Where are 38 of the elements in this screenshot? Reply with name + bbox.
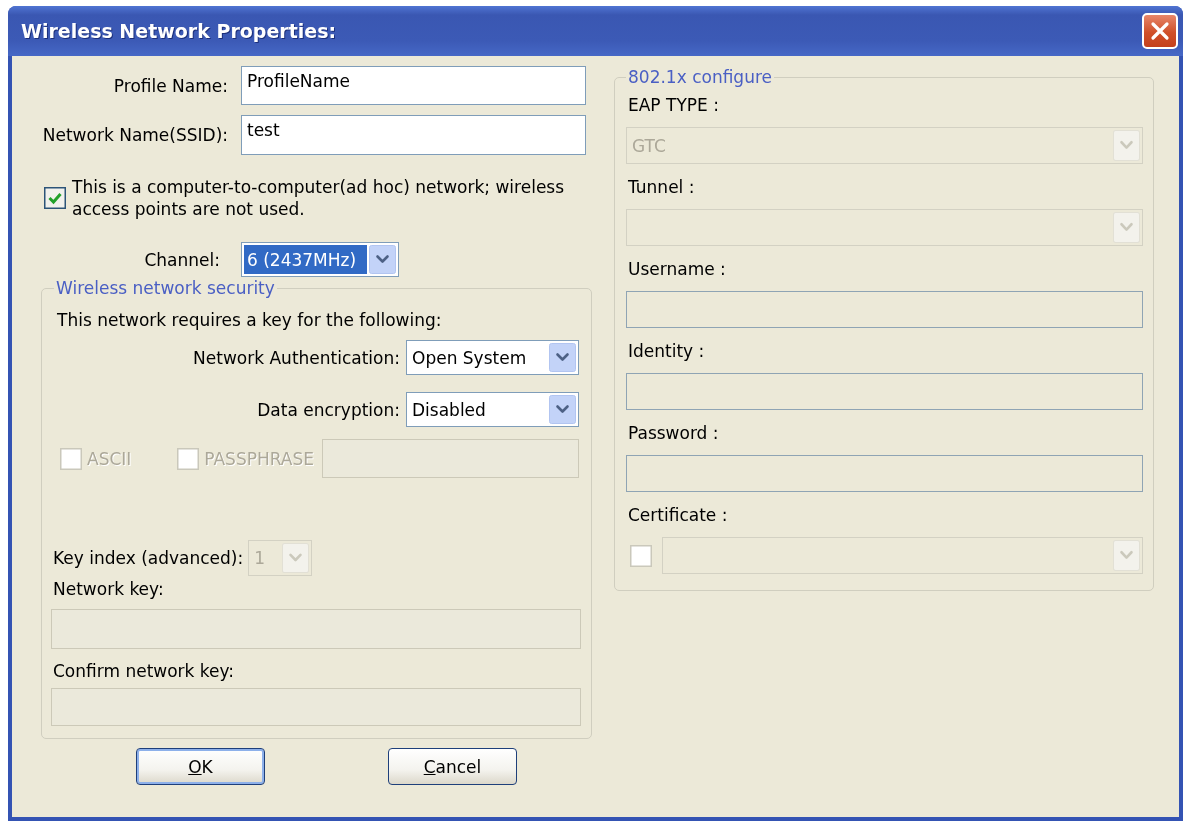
dropdown[interactable]: Open System	[406, 340, 579, 375]
dialog-button[interactable]: OK	[136, 748, 265, 785]
field-label: Profile Name:	[113, 75, 228, 96]
field-label: Network key:	[52, 578, 164, 600]
chevron-down-icon	[282, 543, 310, 573]
window-title: Wireless Network Properties:	[21, 20, 337, 42]
chevron-down-icon	[549, 395, 576, 424]
chevron-down-icon	[369, 245, 396, 274]
chevron-down-icon	[1113, 540, 1140, 571]
checkbox-label: ASCII	[87, 448, 132, 469]
checkbox[interactable]	[44, 187, 66, 209]
dialog-button[interactable]: Cancel	[388, 748, 517, 785]
chevron-down-icon	[549, 343, 576, 372]
checkbox-label: PASSPHRASE	[204, 448, 315, 469]
group-title: 802.1x configure	[627, 66, 773, 88]
text-field[interactable]: ProfileName	[241, 66, 586, 105]
field-label: Key index (advanced):	[53, 548, 244, 568]
field-label: Tunnel :	[627, 176, 695, 198]
chevron-down-icon	[1113, 212, 1140, 243]
field-label: Identity :	[627, 340, 705, 362]
field-label: Password :	[627, 422, 719, 444]
field-label: Network Authentication:	[193, 347, 400, 368]
field-label: Confirm network key:	[52, 660, 235, 682]
text-field[interactable]: test	[241, 115, 586, 155]
field-label: Username :	[627, 258, 726, 280]
field-label: Certificate :	[627, 504, 728, 526]
close-icon	[1150, 21, 1170, 41]
field-label: EAP TYPE :	[627, 94, 719, 116]
dropdown[interactable]: Disabled	[406, 392, 579, 427]
field-label: Channel:	[144, 249, 220, 270]
instruction-text: This network requires a key for the following:	[56, 309, 443, 331]
field-label: Network Name(SSID):	[42, 125, 228, 145]
close-button[interactable]	[1142, 13, 1178, 49]
group-title: Wireless network security	[55, 277, 276, 299]
field-label: Data encryption:	[257, 399, 400, 420]
chevron-down-icon	[1113, 130, 1140, 161]
dropdown[interactable]: 6 (2437MHz)	[241, 242, 399, 277]
checkbox-label: This is a computer-to-computer(ad hoc) network; wireless access points are not used.	[72, 176, 566, 220]
